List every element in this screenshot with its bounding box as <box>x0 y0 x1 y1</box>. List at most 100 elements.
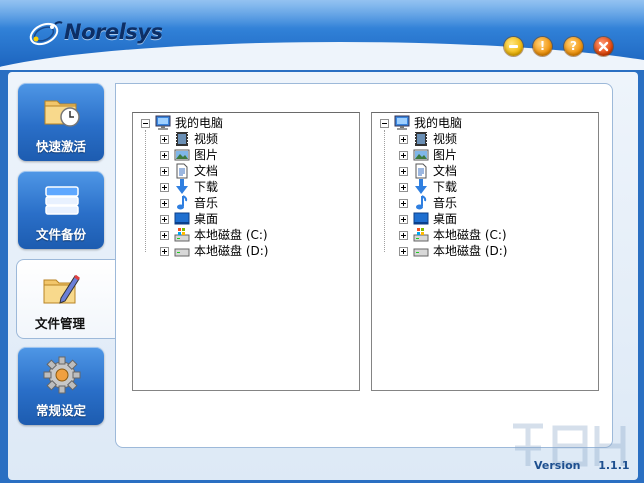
hard-drive-icon <box>174 248 190 257</box>
tree-node-label: 音乐 <box>433 196 458 210</box>
close-button[interactable] <box>594 37 613 56</box>
tree-node-label: 下载 <box>433 180 458 194</box>
expand-toggle[interactable] <box>160 231 169 240</box>
tree-node-drive-c[interactable]: 本地磁盘 (C:) <box>372 227 598 243</box>
stack-icon <box>45 186 79 215</box>
tree-node-drive-d[interactable]: 本地磁盘 (D:) <box>372 243 598 259</box>
window-controls: ! ? <box>504 37 620 57</box>
expand-toggle[interactable] <box>160 215 169 224</box>
expand-toggle[interactable] <box>160 247 169 256</box>
collapse-toggle[interactable] <box>141 119 150 128</box>
tree-node-label: 视频 <box>194 132 219 146</box>
computer-icon <box>155 115 171 130</box>
logo-text: Norelsys <box>64 20 163 44</box>
expand-toggle[interactable] <box>399 231 408 240</box>
expand-toggle[interactable] <box>160 183 169 192</box>
tree-node-label: 文档 <box>194 164 219 178</box>
tree-node-label: 我的电脑 <box>175 116 224 130</box>
tree-node-label: 音乐 <box>194 196 219 210</box>
close-icon <box>598 41 609 52</box>
expand-toggle[interactable] <box>160 151 169 160</box>
tree-node-music[interactable]: 音乐 <box>372 195 598 211</box>
tree-node-music[interactable]: 音乐 <box>133 195 359 211</box>
folder-clock-icon <box>44 100 80 127</box>
sidebar-item-label: 文件管理 <box>34 316 85 331</box>
expand-toggle[interactable] <box>399 167 408 176</box>
hard-drive-icon <box>413 248 429 257</box>
system-drive-icon <box>174 228 190 242</box>
desktop-icon <box>413 212 429 225</box>
tree-node-label: 桌面 <box>433 212 458 226</box>
tree-node-drive-d[interactable]: 本地磁盘 (D:) <box>133 243 359 259</box>
tree-node-desktop[interactable]: 桌面 <box>372 211 598 227</box>
video-folder-icon <box>415 132 427 146</box>
tree-node-desktop[interactable]: 桌面 <box>133 211 359 227</box>
download-arrow-icon <box>176 179 188 194</box>
tree-node-videos[interactable]: 视频 <box>133 131 359 147</box>
expand-toggle[interactable] <box>399 183 408 192</box>
music-note-icon <box>177 195 188 210</box>
tree-node-label: 视频 <box>433 132 458 146</box>
tree-node-drive-c[interactable]: 本地磁盘 (C:) <box>133 227 359 243</box>
tree-node-label: 本地磁盘 (D:) <box>194 244 269 258</box>
app-logo: Norelsys <box>28 16 168 50</box>
expand-toggle[interactable] <box>160 167 169 176</box>
expand-toggle[interactable] <box>399 135 408 144</box>
question-icon: ? <box>570 39 577 53</box>
right-tree-view[interactable]: 我的电脑 视频 图片 文档 下载 音乐 桌面 本地磁盘 (C:) 本地磁盘 (D… <box>371 112 599 391</box>
sidebar-item-general-settings[interactable]: 常规设定 <box>18 347 104 425</box>
tree-node-downloads[interactable]: 下载 <box>372 179 598 195</box>
title-bar[interactable]: Norelsys ! ? <box>0 0 644 70</box>
music-note-icon <box>416 195 427 210</box>
warning-button[interactable]: ! <box>533 37 552 56</box>
computer-icon <box>394 115 410 130</box>
sidebar-item-quick-activate[interactable]: 快速激活 <box>18 83 104 161</box>
sidebar-item-label: 常规设定 <box>35 403 86 418</box>
left-tree-view[interactable]: 我的电脑 视频 图片 文档 下载 音乐 桌面 本地磁盘 (C:) 本地磁盘 (D… <box>132 112 360 391</box>
tree-node-root[interactable]: 我的电脑 <box>372 115 598 131</box>
tree-node-label: 本地磁盘 (C:) <box>194 228 268 242</box>
video-folder-icon <box>176 132 188 146</box>
document-icon <box>176 163 188 179</box>
system-drive-icon <box>413 228 429 242</box>
tree-node-pictures[interactable]: 图片 <box>372 147 598 163</box>
logo-mark-icon <box>29 21 63 46</box>
minimize-button[interactable] <box>504 37 523 56</box>
tree-node-root[interactable]: 我的电脑 <box>133 115 359 131</box>
folder-pencil-icon <box>43 274 80 304</box>
tree-node-label: 我的电脑 <box>414 116 463 130</box>
picture-folder-icon <box>174 149 190 161</box>
expand-toggle[interactable] <box>399 247 408 256</box>
tree-node-videos[interactable]: 视频 <box>372 131 598 147</box>
tree-node-label: 文档 <box>433 164 458 178</box>
tree-node-label: 桌面 <box>194 212 219 226</box>
exclamation-icon: ! <box>539 39 546 53</box>
tree-node-documents[interactable]: 文档 <box>133 163 359 179</box>
document-icon <box>415 163 427 179</box>
sidebar-item-file-manage[interactable]: 文件管理 <box>16 259 116 339</box>
sidebar-item-label: 文件备份 <box>35 227 86 242</box>
tree-node-documents[interactable]: 文档 <box>372 163 598 179</box>
expand-toggle[interactable] <box>160 199 169 208</box>
expand-toggle[interactable] <box>160 135 169 144</box>
tree-node-label: 图片 <box>433 148 458 162</box>
tree-node-label: 本地磁盘 (C:) <box>433 228 507 242</box>
minimize-icon <box>509 45 518 48</box>
help-button[interactable]: ? <box>564 37 583 56</box>
tree-node-label: 下载 <box>194 180 219 194</box>
expand-toggle[interactable] <box>399 199 408 208</box>
gear-icon <box>43 356 81 394</box>
tree-node-label: 图片 <box>194 148 219 162</box>
expand-toggle[interactable] <box>399 151 408 160</box>
sidebar-item-file-backup[interactable]: 文件备份 <box>18 171 104 249</box>
expand-toggle[interactable] <box>399 215 408 224</box>
version-number: 1.1.1 <box>598 459 630 472</box>
tree-node-downloads[interactable]: 下载 <box>133 179 359 195</box>
version-info: Version 1.1.1 <box>534 459 630 472</box>
tree-node-pictures[interactable]: 图片 <box>133 147 359 163</box>
collapse-toggle[interactable] <box>380 119 389 128</box>
picture-folder-icon <box>413 149 429 161</box>
tree-node-label: 本地磁盘 (D:) <box>433 244 508 258</box>
version-label: Version <box>534 459 581 472</box>
sidebar-item-label: 快速激活 <box>35 139 86 154</box>
